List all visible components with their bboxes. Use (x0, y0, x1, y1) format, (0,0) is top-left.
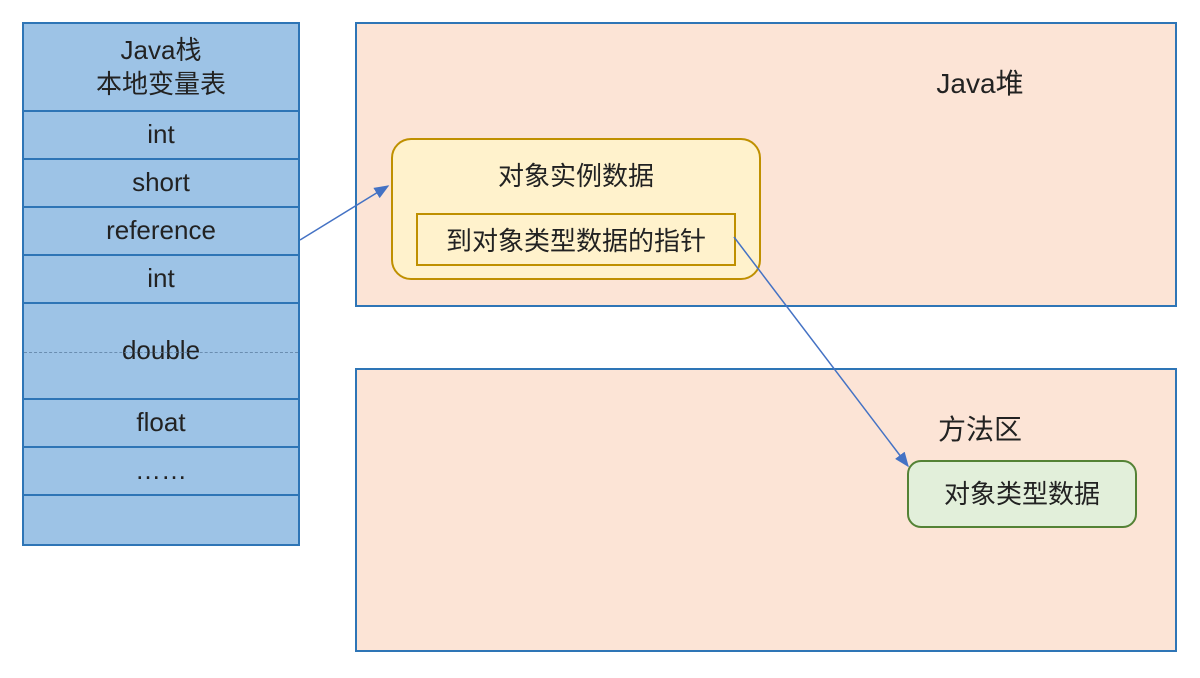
object-type-pointer-box: 到对象类型数据的指针 (416, 213, 736, 266)
stack-cell-float: float (24, 400, 298, 448)
stack-cell-int2: int (24, 256, 298, 304)
stack-title-line1: Java栈 (121, 35, 202, 65)
method-area-title: 方法区 (825, 408, 1135, 448)
object-instance-title: 对象实例数据 (393, 156, 759, 193)
stack-cell-int: int (24, 112, 298, 160)
stack-header: Java栈 本地变量表 (24, 24, 298, 112)
object-instance-box: 对象实例数据 到对象类型数据的指针 (391, 138, 761, 280)
stack-cell-reference: reference (24, 208, 298, 256)
stack-cell-double: double (24, 304, 298, 400)
heap-title: Java堆 (825, 62, 1135, 102)
java-heap-panel: Java堆 对象实例数据 到对象类型数据的指针 (355, 22, 1177, 307)
java-stack-table: Java栈 本地变量表 int short reference int doub… (22, 22, 300, 546)
object-type-data-box: 对象类型数据 (907, 460, 1137, 528)
method-area-panel: 方法区 对象类型数据 (355, 368, 1177, 652)
stack-title-line2: 本地变量表 (96, 69, 226, 99)
stack-cell-empty (24, 496, 298, 544)
stack-cell-short: short (24, 160, 298, 208)
stack-cell-ellipsis: …… (24, 448, 298, 496)
